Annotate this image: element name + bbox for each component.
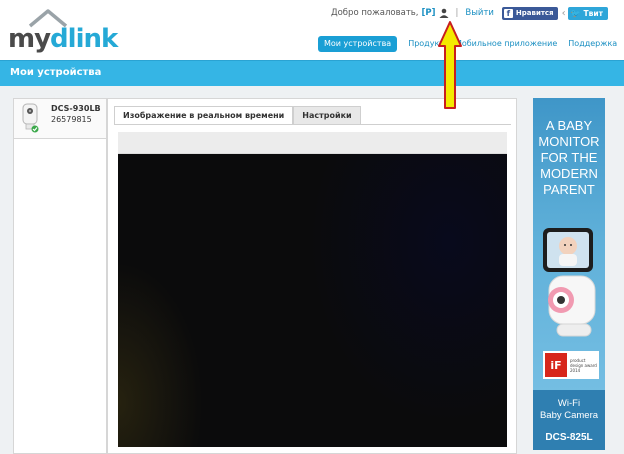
logo-dlink: dlink <box>50 24 118 54</box>
tab-live-view[interactable]: Изображение в реальном времени <box>114 106 294 124</box>
highlight-arrow-icon <box>438 21 462 109</box>
top-bar: Добро пожаловать, [P] | Выйти f Нравится… <box>331 6 608 20</box>
logo-text: mydlink <box>8 24 118 54</box>
tweet-button[interactable]: 🐦 Твит <box>567 6 608 20</box>
user-icon <box>439 8 448 18</box>
tab-settings[interactable]: Настройки <box>293 106 361 124</box>
header: mydlink Добро пожаловать, [P] | Выйти f … <box>0 0 624 60</box>
video-toolbar <box>118 132 507 154</box>
device-view-panel: Изображение в реальном времени Настройки <box>107 98 517 454</box>
mydlink-logo[interactable]: mydlink <box>6 8 118 54</box>
device-id: 26579815 <box>51 115 92 124</box>
ad-wifi-line: Baby Camera <box>539 410 599 421</box>
facebook-like-label: Нравится <box>515 9 554 17</box>
device-name: DCS-930LB <box>51 104 101 113</box>
title-bar: Мои устройства <box>0 60 624 86</box>
ad-headline-line: MODERN <box>540 166 598 181</box>
twitter-bird-icon: 🐦 <box>570 8 581 18</box>
ad-headline-line: PARENT <box>543 182 595 197</box>
ad-model: DCS-825L <box>545 432 593 443</box>
device-list: DCS-930LB 26579815 <box>13 98 107 454</box>
award-text-line: 2014 <box>570 367 581 373</box>
page-title: Мои устройства <box>10 67 102 78</box>
device-item[interactable]: DCS-930LB 26579815 <box>14 99 106 139</box>
tweet-bracket: ‹ <box>561 7 566 19</box>
nav-my-devices[interactable]: Мои устройства <box>318 36 398 52</box>
ad-headline-line: MONITOR <box>538 134 600 149</box>
award-text: product design award 2014 <box>570 358 597 373</box>
ad-headline-line: A BABY <box>545 118 593 133</box>
logo-my: my <box>8 24 51 54</box>
live-video-feed[interactable] <box>118 154 507 447</box>
tab-bar: Изображение в реальном времени Настройки <box>114 106 361 124</box>
ad-wifi-line: Wi-Fi <box>557 398 581 409</box>
baby-monitor-image <box>543 228 596 337</box>
ad-product-type: Wi-Fi Baby Camera <box>533 398 605 422</box>
nav-mobile-app[interactable]: Мобильное приложение <box>455 36 557 52</box>
nav-support[interactable]: Поддержка <box>568 36 617 52</box>
award-text-line: design award <box>570 362 597 368</box>
tweet-label: Твит <box>583 8 603 18</box>
facebook-like-button[interactable]: f Нравится <box>501 6 558 20</box>
camera-icon <box>22 103 39 133</box>
welcome-text: Добро пожаловать, <box>330 8 419 18</box>
divider: | <box>455 8 459 18</box>
ad-headline: A BABY MONITOR FOR THE MODERN PARENT <box>533 118 605 198</box>
facebook-icon: f <box>503 8 513 18</box>
user-link[interactable]: [P] <box>422 8 436 18</box>
if-logo: iF <box>545 353 567 377</box>
tab-divider <box>114 124 511 125</box>
main-nav: Мои устройства Продукт Мобильное приложе… <box>318 36 624 52</box>
if-design-award-badge: iF product design award 2014 <box>543 351 599 379</box>
page: mydlink Добро пожаловать, [P] | Выйти f … <box>0 0 624 454</box>
ad-headline-line: FOR THE <box>540 150 598 165</box>
ad-banner[interactable]: A BABY MONITOR FOR THE MODERN PARENT iF … <box>533 98 605 450</box>
logout-link[interactable]: Выйти <box>465 8 494 18</box>
